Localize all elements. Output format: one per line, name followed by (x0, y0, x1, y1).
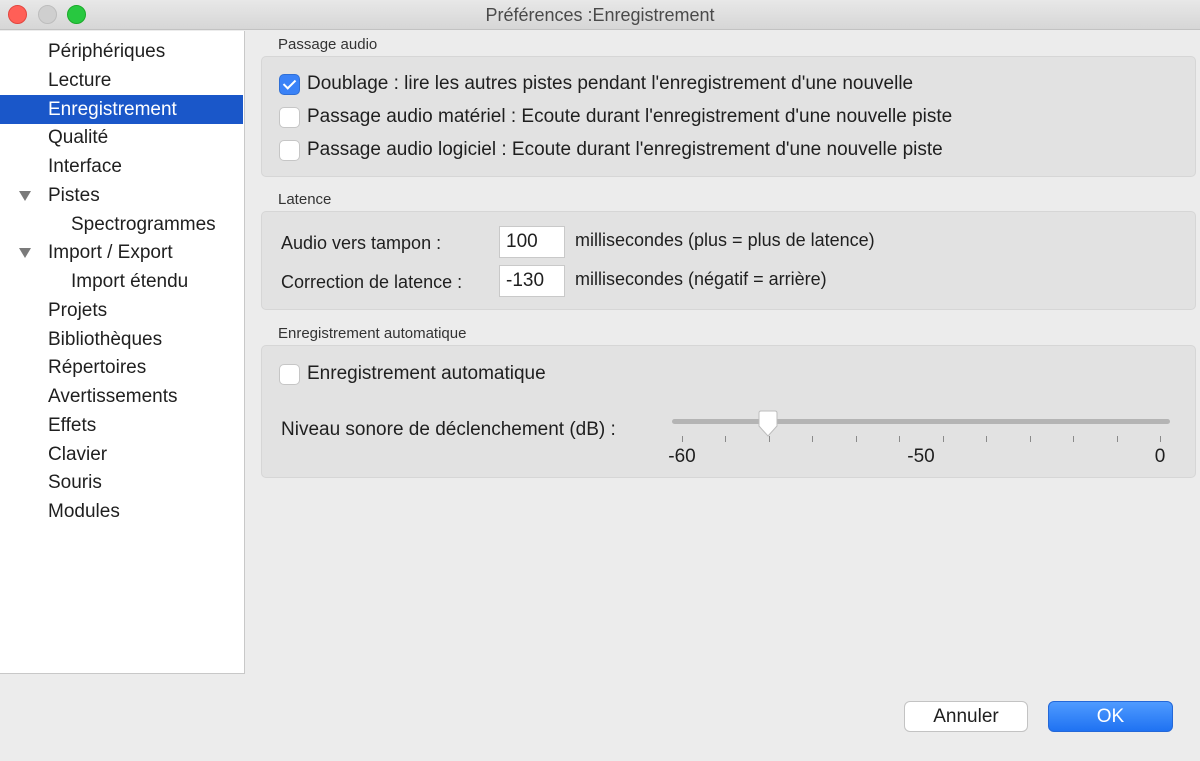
slider-tick (725, 436, 727, 442)
checkbox-hardware-playthrough[interactable] (279, 107, 300, 128)
window-title: Préférences :Enregistrement (485, 5, 715, 25)
sidebar-item-pistes[interactable]: Pistes (0, 181, 243, 210)
sidebar-item-label: Clavier (48, 443, 108, 465)
sidebar-item-label: Interface (48, 156, 122, 177)
slider-thumb[interactable] (758, 410, 778, 438)
slider-tick-label: -50 (907, 446, 935, 467)
sidebar-item-label: Projets (48, 299, 108, 321)
sidebar-item-bibliotheques[interactable]: Bibliothèques (0, 325, 243, 354)
sidebar-item-label: Qualité (48, 127, 109, 149)
option-auto-record-label: Enregistrement automatique (307, 363, 546, 384)
latency-correction-unit: millisecondes (négatif = arrière) (575, 269, 827, 289)
trigger-level-label: Niveau sonore de déclenchement (dB) : (281, 419, 616, 440)
sidebar-item-souris[interactable]: Souris (0, 468, 243, 497)
sidebar-item-enregistrement[interactable]: Enregistrement (0, 94, 243, 124)
slider-tick-label: 0 (1154, 446, 1166, 467)
slider-tick (768, 436, 770, 442)
sidebar-item-interface[interactable]: Interface (0, 152, 243, 181)
group-title-auto-record: Enregistrement automatique (278, 325, 467, 342)
disclosure-triangle-icon[interactable] (19, 248, 31, 259)
buffer-input[interactable] (499, 226, 565, 258)
sidebar-item-import-etendu[interactable]: Import étendu (0, 267, 243, 296)
slider-tick (1116, 436, 1118, 442)
sidebar-item-label: Effets (48, 414, 97, 436)
sidebar-item-repertoires[interactable]: Répertoires (0, 353, 243, 382)
sidebar-item-lecture[interactable]: Lecture (0, 66, 243, 95)
slider-tick (899, 436, 901, 442)
sidebar-item-label: Répertoires (48, 357, 147, 379)
sidebar-item-qualite[interactable]: Qualité (0, 123, 243, 152)
cancel-button[interactable]: Annuler (904, 701, 1028, 732)
title-bar: Préférences :Enregistrement (0, 0, 1200, 30)
sidebar-item-label: Avertissements (48, 386, 178, 407)
sidebar-item-spectrogrammes[interactable]: Spectrogrammes (0, 210, 243, 239)
option-software-playthrough-label: Passage audio logiciel : Ecoute durant l… (307, 139, 943, 160)
sidebar-item-label: Modules (48, 501, 120, 522)
sidebar-item-label: Spectrogrammes (71, 213, 216, 235)
disclosure-triangle-icon[interactable] (19, 190, 31, 201)
sidebar-item-label: Souris (48, 472, 102, 494)
preferences-sidebar: Périphériques Lecture Enregistrement Qualit… (0, 31, 245, 674)
ok-button[interactable]: OK (1048, 701, 1173, 732)
trigger-level-slider[interactable]: -60 -50 0 (668, 410, 1170, 470)
group-title-latence: Latence (278, 191, 332, 208)
buffer-label: Audio vers tampon : (281, 233, 442, 253)
checkbox-overdub[interactable] (279, 74, 300, 95)
sidebar-item-label: Lecture (48, 69, 112, 91)
sidebar-item-label: Import étendu (71, 271, 189, 292)
option-hardware-playthrough-label: Passage audio matériel : Ecoute durant l… (307, 106, 953, 127)
sidebar-item-clavier[interactable]: Clavier (0, 440, 243, 469)
sidebar-item-avertissements[interactable]: Avertissements (0, 382, 243, 411)
option-overdub-label: Doublage : lire les autres pistes pendan… (307, 73, 914, 94)
sidebar-item-label: Enregistrement (48, 98, 177, 120)
sidebar-item-projets[interactable]: Projets (0, 296, 243, 325)
slider-tick (812, 436, 814, 442)
sidebar-item-peripheriques[interactable]: Périphériques (0, 37, 243, 66)
sidebar-item-label: Bibliothèques (48, 328, 163, 350)
slider-tick (682, 436, 683, 442)
slider-tick (1073, 436, 1075, 442)
slider-tick-label: -60 (668, 446, 696, 467)
slider-tick (1029, 436, 1031, 442)
latency-correction-label: Correction de latence : (281, 272, 463, 292)
slider-tick (986, 436, 988, 442)
checkbox-software-playthrough[interactable] (279, 140, 300, 161)
group-title-passage-audio: Passage audio (278, 36, 378, 53)
sidebar-item-modules[interactable]: Modules (0, 497, 243, 526)
latency-correction-input[interactable] (499, 265, 565, 297)
sidebar-item-import-export[interactable]: Import / Export (0, 238, 243, 267)
slider-tick (855, 436, 857, 442)
slider-tick (1160, 436, 1161, 442)
latence-group (261, 211, 1196, 310)
sidebar-item-effets[interactable]: Effets (0, 411, 243, 440)
slider-track[interactable] (672, 419, 1170, 424)
sidebar-item-label: Pistes (48, 184, 100, 206)
buffer-unit: millisecondes (plus = plus de latence) (575, 230, 875, 250)
sidebar-item-label: Import / Export (48, 242, 173, 264)
slider-tick (942, 436, 944, 442)
sidebar-item-label: Périphériques (48, 41, 166, 62)
checkbox-auto-record[interactable] (279, 364, 300, 385)
